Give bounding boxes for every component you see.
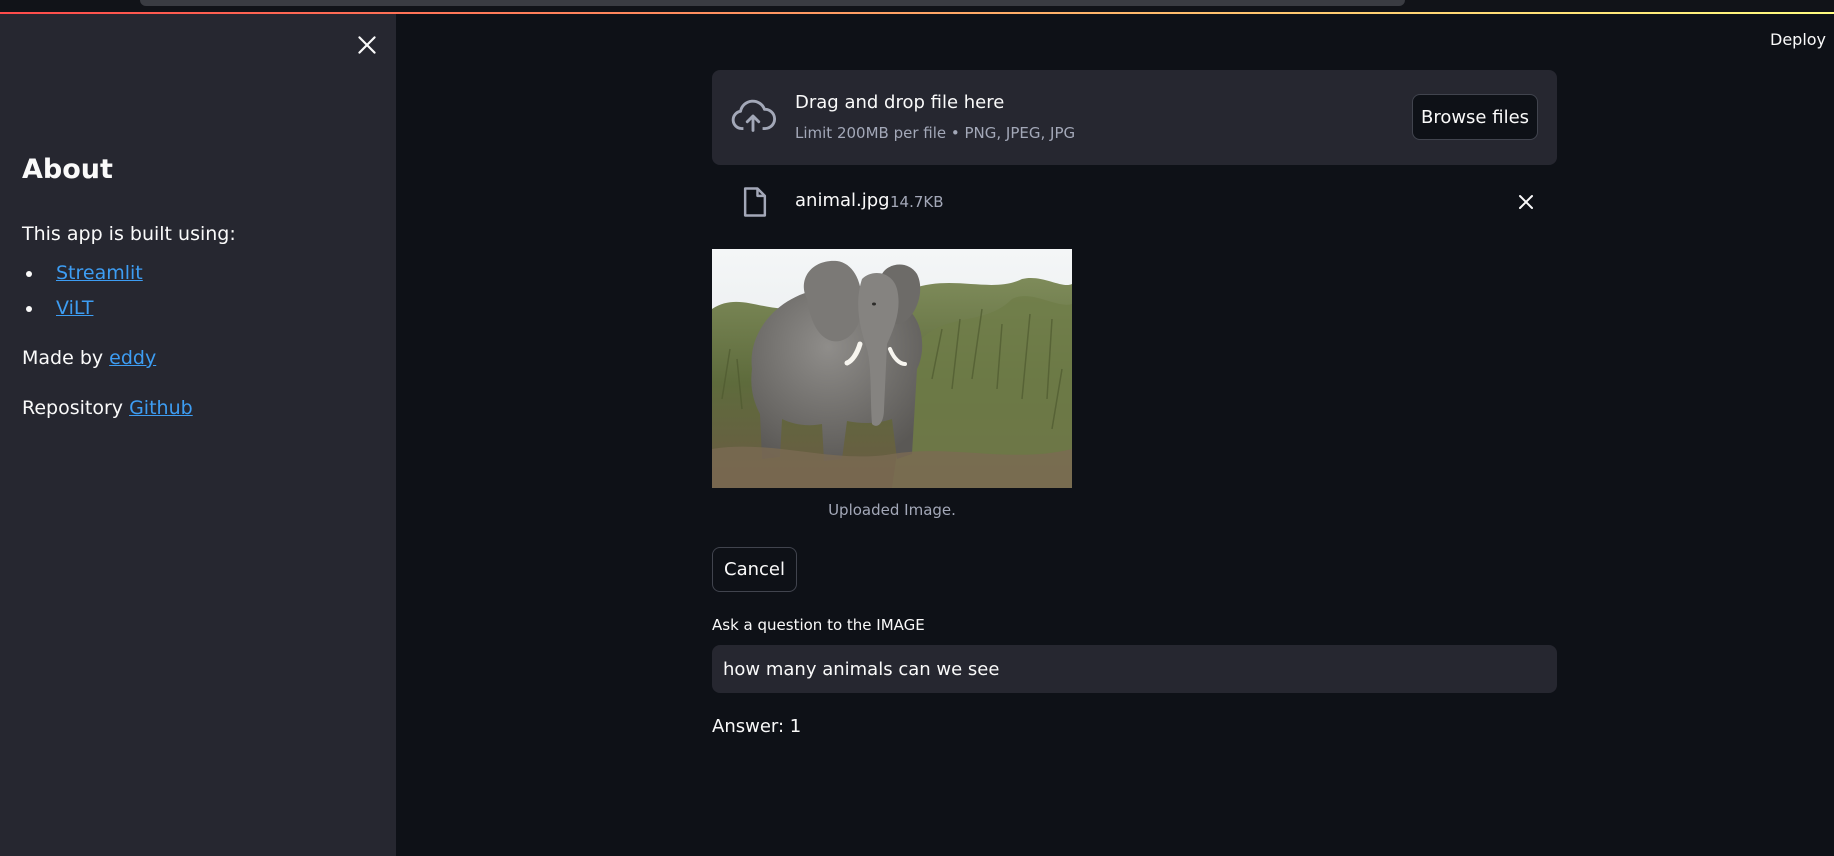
browser-top-strip <box>0 0 1834 14</box>
sidebar-intro: This app is built using: <box>22 223 236 245</box>
deploy-button[interactable]: Deploy <box>1770 30 1826 49</box>
repository-line: Repository Github <box>22 397 193 419</box>
close-icon[interactable] <box>354 32 380 58</box>
bullet <box>26 306 32 312</box>
image-caption: Uploaded Image. <box>828 501 956 519</box>
repository-text: Repository <box>22 397 130 419</box>
file-icon <box>740 186 770 218</box>
bullet <box>26 271 32 277</box>
made-by-line: Made by eddy <box>22 347 156 369</box>
file-name: animal.jpg <box>795 190 890 211</box>
browse-files-button[interactable]: Browse files <box>1412 94 1538 140</box>
dropzone-title: Drag and drop file here <box>795 92 1005 113</box>
close-icon[interactable] <box>1514 190 1538 214</box>
dropzone-limit: Limit 200MB per file • PNG, JPEG, JPG <box>795 124 1076 142</box>
answer-text: Answer: 1 <box>712 716 802 737</box>
streamlit-link[interactable]: Streamlit <box>56 262 143 284</box>
question-label: Ask a question to the IMAGE <box>712 616 925 634</box>
elephant-photo <box>712 249 1072 488</box>
file-size: 14.7KB <box>890 193 944 211</box>
github-link[interactable]: Github <box>129 397 193 419</box>
uploaded-file-row: animal.jpg 14.7KB <box>712 178 1557 226</box>
question-input[interactable] <box>712 645 1557 693</box>
address-bar <box>140 0 1405 6</box>
vilt-link[interactable]: ViLT <box>56 297 93 319</box>
eddy-link[interactable]: eddy <box>109 347 156 369</box>
sidebar: About This app is built using: Streamlit… <box>0 14 396 856</box>
made-by-text: Made by <box>22 347 110 369</box>
cancel-button[interactable]: Cancel <box>712 547 797 592</box>
uploaded-image <box>712 249 1072 488</box>
cloud-upload-icon <box>730 94 776 140</box>
file-dropzone[interactable]: Drag and drop file here Limit 200MB per … <box>712 70 1557 165</box>
sidebar-title: About <box>22 154 113 185</box>
